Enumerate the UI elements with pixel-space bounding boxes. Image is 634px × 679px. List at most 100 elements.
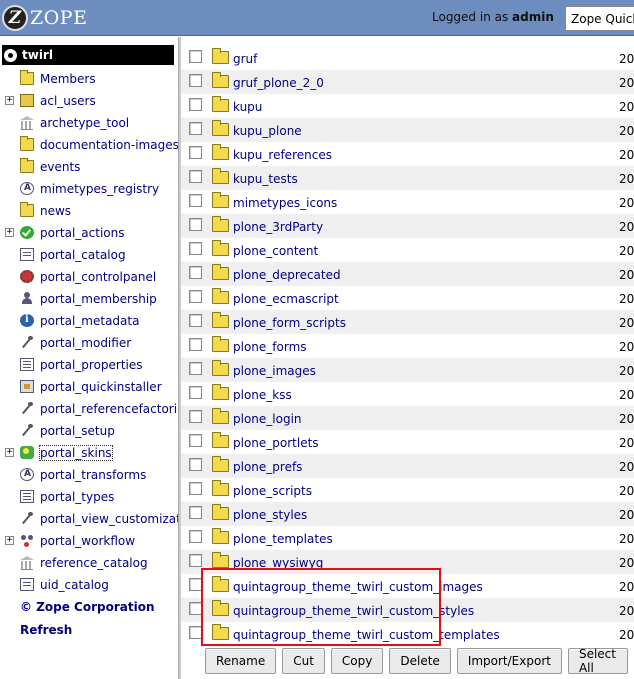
folder-link[interactable]: plone_portlets — [233, 436, 319, 450]
tree-item-news[interactable]: news — [0, 201, 178, 221]
folder-link[interactable]: plone_forms — [233, 340, 307, 354]
folder-link[interactable]: plone_login — [233, 412, 302, 426]
tree-item-portal-metadata[interactable]: portal_metadata — [0, 311, 178, 331]
tree-item-label[interactable]: portal_quickinstaller — [40, 380, 162, 394]
zope-logo[interactable]: Z ZOPE — [2, 4, 87, 32]
folder-link[interactable]: plone_ecmascript — [233, 292, 339, 306]
select-checkbox[interactable] — [189, 362, 202, 375]
folder-link[interactable]: kupu — [233, 100, 262, 114]
select-checkbox[interactable] — [189, 338, 202, 351]
tree-item-label[interactable]: portal_referencefactories — [40, 402, 178, 416]
select-checkbox[interactable] — [189, 290, 202, 303]
tree-item-portal-properties[interactable]: portal_properties — [0, 355, 178, 375]
delete-button[interactable]: Delete — [389, 648, 451, 674]
quick-start-select[interactable]: Zope Quick Start — [565, 6, 634, 31]
tree-item-label[interactable]: portal_types — [40, 490, 114, 504]
tree-item-portal-catalog[interactable]: portal_catalog — [0, 245, 178, 265]
tree-item-portal-skins[interactable]: + portal_skins — [0, 443, 178, 463]
tree-root-twirl[interactable]: twirl — [2, 45, 174, 65]
tree-item-portal-controlpanel[interactable]: portal_controlpanel — [0, 267, 178, 287]
tree-item-label[interactable]: news — [40, 204, 71, 218]
tree-item-label[interactable]: portal_actions — [40, 226, 124, 240]
select-checkbox[interactable] — [189, 50, 202, 63]
copy-button[interactable]: Copy — [330, 648, 384, 674]
tree-item-portal-referencefactories[interactable]: portal_referencefactories — [0, 399, 178, 419]
tree-item-portal-actions[interactable]: + portal_actions — [0, 223, 178, 243]
select-checkbox[interactable] — [189, 74, 202, 87]
tree-item-portal-transforms[interactable]: portal_transforms — [0, 465, 178, 485]
tree-item-events[interactable]: events — [0, 157, 178, 177]
tree-item-reference-catalog[interactable]: reference_catalog — [0, 553, 178, 573]
zope-corporation-link[interactable]: © Zope Corporation — [20, 600, 154, 614]
folder-link[interactable]: kupu_references — [233, 148, 332, 162]
tree-item-portal-workflow[interactable]: + portal_workflow — [0, 531, 178, 551]
refresh-link[interactable]: Refresh — [20, 623, 72, 637]
select-checkbox[interactable] — [189, 146, 202, 159]
folder-link[interactable]: plone_templates — [233, 532, 333, 546]
select-checkbox[interactable] — [189, 434, 202, 447]
tree-item-label[interactable]: reference_catalog — [40, 556, 148, 570]
tree-item-mimetypes-registry[interactable]: mimetypes_registry — [0, 179, 178, 199]
tree-item-label[interactable]: portal_properties — [40, 358, 143, 372]
tree-item-label[interactable]: portal_modifier — [40, 336, 131, 350]
folder-link[interactable]: plone_3rdParty — [233, 220, 323, 234]
expand-icon[interactable]: + — [5, 536, 14, 545]
tree-item-documentation-images[interactable]: documentation-images — [0, 135, 178, 155]
tree-item-portal-types[interactable]: portal_types — [0, 487, 178, 507]
expand-icon[interactable]: + — [5, 228, 14, 237]
tree-item-label[interactable]: events — [40, 160, 80, 174]
tree-item-Members[interactable]: Members — [0, 69, 178, 89]
folder-link[interactable]: plone_kss — [233, 388, 292, 402]
select-checkbox[interactable] — [189, 506, 202, 519]
select-checkbox[interactable] — [189, 266, 202, 279]
folder-link[interactable]: mimetypes_icons — [233, 196, 337, 210]
rename-button[interactable]: Rename — [205, 648, 277, 674]
tree-item-label[interactable]: portal_controlpanel — [40, 270, 156, 284]
folder-link[interactable]: plone_content — [233, 244, 318, 258]
expand-icon[interactable]: + — [5, 448, 14, 457]
tree-item-label[interactable]: archetype_tool — [40, 116, 129, 130]
select-checkbox[interactable] — [189, 482, 202, 495]
tree-item-label[interactable]: portal_setup — [40, 424, 115, 438]
tree-item-acl-users[interactable]: + acl_users — [0, 91, 178, 111]
tree-item-archetype-tool[interactable]: archetype_tool — [0, 113, 178, 133]
select-checkbox[interactable] — [189, 386, 202, 399]
folder-link[interactable]: plone_images — [233, 364, 316, 378]
select-checkbox[interactable] — [189, 458, 202, 471]
select-all-button[interactable]: Select All — [567, 647, 628, 675]
folder-link[interactable]: plone_form_scripts — [233, 316, 346, 330]
select-checkbox[interactable] — [189, 218, 202, 231]
folder-link[interactable]: plone_styles — [233, 508, 307, 522]
cut-button[interactable]: Cut — [282, 648, 325, 674]
select-checkbox[interactable] — [189, 410, 202, 423]
select-checkbox[interactable] — [189, 530, 202, 543]
expand-icon[interactable]: + — [5, 96, 14, 105]
folder-link[interactable]: gruf_plone_2_0 — [233, 76, 324, 90]
tree-item-label[interactable]: acl_users — [40, 94, 96, 108]
tree-item-label[interactable]: portal_transforms — [40, 468, 146, 482]
select-checkbox[interactable] — [189, 314, 202, 327]
tree-item-portal-view-customizations[interactable]: portal_view_customizations — [0, 509, 178, 529]
folder-link[interactable]: plone_deprecated — [233, 268, 341, 282]
tree-item-label[interactable]: documentation-images — [40, 138, 178, 152]
tree-item-uid-catalog[interactable]: uid_catalog — [0, 575, 178, 595]
folder-link[interactable]: kupu_plone — [233, 124, 302, 138]
tree-item-label[interactable]: portal_view_customizations — [40, 512, 178, 526]
import-export-button[interactable]: Import/Export — [456, 648, 562, 674]
tree-item-label[interactable]: portal_workflow — [40, 534, 135, 548]
select-checkbox[interactable] — [189, 242, 202, 255]
select-checkbox[interactable] — [189, 170, 202, 183]
select-checkbox[interactable] — [189, 194, 202, 207]
tree-item-label[interactable]: portal_membership — [40, 292, 157, 306]
tree-item-label[interactable]: mimetypes_registry — [40, 182, 159, 196]
select-checkbox[interactable] — [189, 122, 202, 135]
folder-link[interactable]: plone_scripts — [233, 484, 312, 498]
tree-item-portal-membership[interactable]: portal_membership — [0, 289, 178, 309]
tree-item-portal-quickinstaller[interactable]: portal_quickinstaller — [0, 377, 178, 397]
folder-link[interactable]: gruf — [233, 52, 257, 66]
tree-item-label[interactable]: portal_catalog — [40, 248, 126, 262]
tree-item-portal-modifier[interactable]: portal_modifier — [0, 333, 178, 353]
select-checkbox[interactable] — [189, 98, 202, 111]
folder-link[interactable]: plone_prefs — [233, 460, 302, 474]
folder-link[interactable]: kupu_tests — [233, 172, 298, 186]
